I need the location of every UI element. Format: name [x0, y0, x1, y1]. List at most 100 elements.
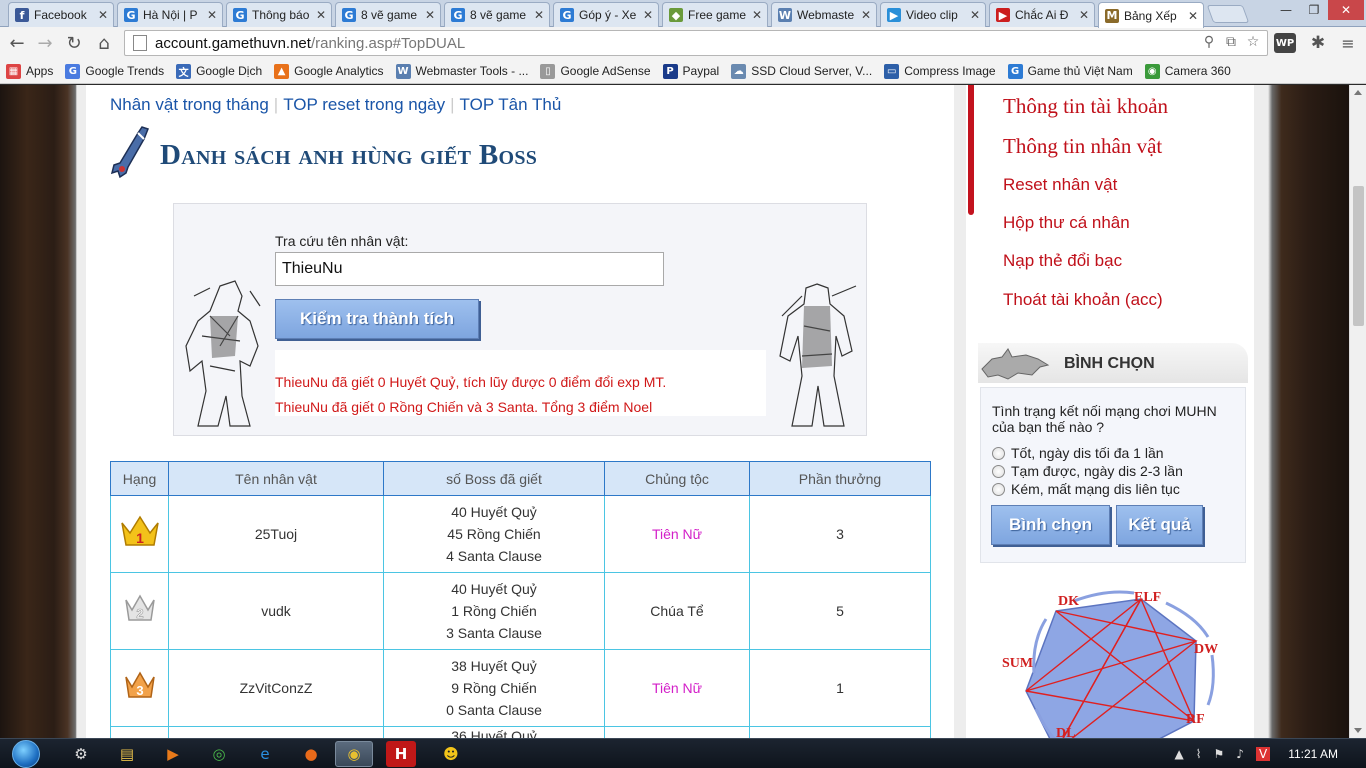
character-name-input[interactable] [275, 252, 664, 286]
scroll-down-icon[interactable] [1354, 728, 1362, 733]
results-button[interactable]: Kết quả [1116, 505, 1203, 545]
menu-reset-character[interactable]: Reset nhân vật [1003, 175, 1117, 195]
warrior-right-image [779, 283, 857, 427]
app-h-icon[interactable]: H [386, 741, 416, 767]
zoom-icon[interactable]: ⚲ [1200, 33, 1218, 51]
app-icon[interactable]: ◎ [200, 741, 238, 767]
browser-tab[interactable]: M Bảng Xếp ✕ [1098, 2, 1204, 28]
menu-inbox[interactable]: Hộp thư cá nhân [1003, 213, 1130, 233]
start-button[interactable] [6, 739, 46, 768]
firefox-icon[interactable]: ● [292, 741, 330, 767]
scroll-up-icon[interactable] [1354, 90, 1362, 95]
browser-tab[interactable]: ▶ Chắc Ai Đ ✕ [989, 2, 1095, 27]
browser-tab[interactable]: f Facebook ✕ [8, 2, 114, 27]
link-top-reset-day[interactable]: TOP reset trong ngày [283, 95, 445, 114]
bookmark-item[interactable]: W Webmaster Tools - ... [395, 63, 528, 79]
address-bar[interactable]: account.gamethuvn.net/ranking.asp#TopDUA… [124, 30, 1268, 56]
radio-button[interactable] [992, 464, 1005, 478]
show-hidden-icons-icon[interactable]: ▲ [1174, 747, 1183, 761]
analytics-icon: ▲ [274, 63, 290, 79]
internet-explorer-icon[interactable]: e [246, 741, 284, 767]
check-achievement-button[interactable]: Kiểm tra thành tích [275, 299, 479, 339]
browser-tab[interactable]: ▶ Video clip ✕ [880, 2, 986, 27]
menu-icon[interactable]: ≡ [1336, 31, 1360, 55]
browser-tab[interactable]: G Thông báo ✕ [226, 2, 332, 27]
minimize-icon[interactable]: — [1272, 0, 1300, 20]
link-top-month[interactable]: Nhân vật trong tháng [110, 95, 269, 114]
radio-button[interactable] [992, 446, 1005, 460]
bookmark-item[interactable]: 文 Google Dịch [176, 63, 262, 79]
browser-tab[interactable]: G 8 vẽ game ✕ [335, 2, 441, 27]
taskbar-app-icon[interactable]: ⚙ [62, 741, 100, 767]
menu-character-info[interactable]: Thông tin nhân vật [1003, 134, 1162, 159]
chrome-icon[interactable]: ◉ [335, 741, 373, 767]
bookmark-item[interactable]: ◉ Camera 360 [1144, 63, 1231, 79]
poll-option[interactable]: Tốt, ngày dis tối đa 1 lần [992, 445, 1164, 461]
tab-close-icon[interactable]: ✕ [424, 8, 436, 22]
tab-close-icon[interactable]: ✕ [1078, 8, 1090, 22]
flag-icon[interactable]: ⚑ [1214, 747, 1225, 761]
tab-close-icon[interactable]: ✕ [642, 8, 654, 22]
browser-tab[interactable]: G 8 vẽ game ✕ [444, 2, 550, 27]
back-icon[interactable]: ← [5, 31, 29, 55]
tab-close-icon[interactable]: ✕ [860, 8, 872, 22]
close-window-icon[interactable]: ✕ [1328, 0, 1364, 20]
browser-tab[interactable]: ◆ Free game ✕ [662, 2, 768, 27]
network-activity-icon[interactable]: ⌇ [1196, 747, 1202, 761]
class-label-elf: ELF [1134, 590, 1161, 605]
bookmark-item[interactable]: P Paypal [662, 63, 719, 79]
bookmark-star-icon[interactable]: ☆ [1244, 33, 1262, 51]
browser-tab[interactable]: G Góp ý - Xe ✕ [553, 2, 659, 27]
extension-icon[interactable]: ✱ [1306, 31, 1330, 55]
url-path: /ranking.asp#TopDUAL [310, 34, 466, 52]
browser-tab[interactable]: W Webmaste ✕ [771, 2, 877, 27]
translate-icon[interactable]: ⧉ [1222, 33, 1240, 51]
tab-close-icon[interactable]: ✕ [1187, 9, 1199, 23]
table-row: 3 ZzVitConzZ 38 Huyết Quỷ 9 Rồng Chiến 0… [110, 649, 931, 727]
poll-option[interactable]: Kém, mất mạng dis liên tục [992, 481, 1180, 497]
boss-ranking-table: Hạng Tên nhân vật số Boss đã giết Chủng … [110, 461, 931, 738]
browser-tab[interactable]: G Hà Nội | P ✕ [117, 2, 223, 27]
tab-close-icon[interactable]: ✕ [533, 8, 545, 22]
wp-extension-icon[interactable]: WP [1274, 33, 1296, 53]
bookmark-label: Camera 360 [1164, 64, 1231, 78]
santa-count: 0 Santa Clause [446, 702, 542, 718]
bookmark-item[interactable]: ▦ Apps [6, 63, 53, 79]
menu-recharge[interactable]: Nạp thẻ đổi bạc [1003, 251, 1122, 271]
bookmark-item[interactable]: G Game thủ Việt Nam [1007, 63, 1133, 79]
bookmark-item[interactable]: G Google Trends [65, 63, 164, 79]
new-tab-button[interactable] [1206, 5, 1250, 23]
menu-account-info[interactable]: Thông tin tài khoản [1003, 94, 1168, 119]
reload-icon[interactable]: ↻ [62, 31, 86, 55]
tab-close-icon[interactable]: ✕ [751, 8, 763, 22]
tab-close-icon[interactable]: ✕ [206, 8, 218, 22]
app-tray-icon[interactable]: V [1255, 747, 1271, 761]
volume-icon[interactable]: ♪ [1236, 747, 1244, 761]
poll-option[interactable]: Tạm được, ngày dis 2-3 lần [992, 463, 1183, 479]
home-icon[interactable]: ⌂ [92, 31, 116, 55]
tab-close-icon[interactable]: ✕ [97, 8, 109, 22]
emoji-app-icon[interactable]: ☻ [432, 741, 470, 767]
media-player-icon[interactable]: ▶ [154, 741, 192, 767]
bookmark-item[interactable]: ☁ SSD Cloud Server, V... [731, 63, 872, 79]
forward-icon[interactable]: → [33, 31, 57, 55]
tab-title: Facebook [34, 8, 87, 22]
rank-number: 2 [136, 606, 143, 621]
link-top-newbie[interactable]: TOP Tân Thủ [460, 95, 562, 114]
bookmark-item[interactable]: ▲ Google Analytics [274, 63, 384, 79]
search-label: Tra cứu tên nhân vật: [275, 233, 409, 249]
vote-button[interactable]: Bình chọn [991, 505, 1110, 545]
menu-logout[interactable]: Thoát tài khoản (acc) [1003, 290, 1163, 310]
scrollbar-thumb[interactable] [1353, 186, 1364, 326]
huyet-quy-count: 38 Huyết Quỷ [451, 658, 537, 674]
radio-button[interactable] [992, 482, 1005, 496]
bookmark-item[interactable]: ▯ Google AdSense [540, 63, 651, 79]
bookmark-item[interactable]: ▭ Compress Image [884, 63, 996, 79]
tab-close-icon[interactable]: ✕ [315, 8, 327, 22]
page-scrollbar[interactable] [1349, 85, 1366, 738]
link-separator: | [450, 95, 455, 114]
restore-icon[interactable]: ❐ [1300, 0, 1328, 20]
tab-close-icon[interactable]: ✕ [969, 8, 981, 22]
taskbar-clock[interactable]: 11:21 AM [1288, 747, 1338, 761]
explorer-icon[interactable]: ▤ [108, 741, 146, 767]
